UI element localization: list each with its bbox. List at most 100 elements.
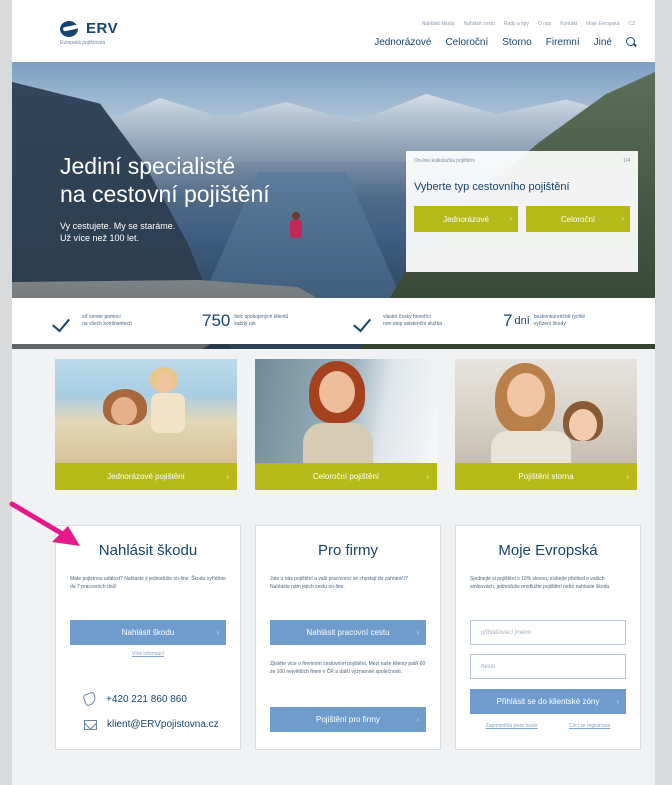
nav-celorocni[interactable]: Celoroční [445,37,488,48]
business-insurance-button[interactable]: Pojištění pro firmy › [270,707,426,732]
mail-icon [84,719,97,730]
more-info-link[interactable]: Více informací [56,651,240,657]
mother-shoulders [491,431,571,463]
stat-claims-text: bezkonkurenčně rychlé vyřízení škody [534,314,585,328]
stat-network-line2: na všech kontinentech [82,321,132,327]
child-body [151,393,185,433]
product-card-jednorazove[interactable]: Jednorázové pojištění › [55,359,237,490]
erv-logo-icon [60,20,82,37]
report-business-trip-button[interactable]: Nahlásit pracovní cestu › [270,620,426,645]
stat-claims-number: 7 [503,311,513,330]
nav-firemni[interactable]: Firemní [546,37,580,48]
woman-face [319,371,355,413]
stat-claims-line1: bezkonkurenčně rychlé [533,314,586,320]
password-field[interactable]: heslo [470,654,626,679]
report-claim-label: Nahlásit škodu [121,628,175,637]
username-field[interactable]: přihlašovací jméno [470,620,626,645]
check-icon [54,314,74,328]
chevron-right-icon: › [216,628,219,637]
chevron-right-icon: › [426,472,429,481]
top-link-nahlasit-cestu[interactable]: Nahlásit cestu [464,21,495,27]
account-title: Moje Evropská [498,542,598,559]
stat-clients: 750 tisíc spokojených klientů každý rok [202,311,288,331]
nav-jine[interactable]: Jiné [594,37,612,48]
child-face [155,373,173,393]
hero-title: Jediní specialisté na cestovní pojištění [60,152,270,208]
product-bar-celorocni[interactable]: Celoroční pojištění › [255,463,437,490]
report-claim-button[interactable]: Nahlásit škodu › [70,620,226,645]
stat-assistance-line2: non-stop asistenční služba [383,321,443,327]
stat-assistance-text: vlastní česky hovořící non-stop asistenč… [383,314,442,328]
business-title: Pro firmy [318,542,378,559]
chevron-right-icon: › [616,697,619,706]
product-bar-jednorazove[interactable]: Jednorázové pojištění › [55,463,237,490]
product-label-jednorazove: Jednorázové pojištění [107,472,185,481]
woman-face [111,397,137,425]
top-link-kontakt[interactable]: Kontakt [560,21,577,27]
email-contact[interactable]: klient@ERVpojistovna.cz [84,719,219,730]
product-bar-storna[interactable]: Pojištění storna › [455,463,637,490]
main-nav: Jednorázové Celoroční Storno Firemní Jin… [374,37,637,48]
calculator-step: 1/4 [623,158,630,164]
claim-panel: Nahlásit škodu Máte pojistnou událost? N… [55,525,241,750]
chevron-right-icon: › [416,628,419,637]
language-switch[interactable]: CZ [628,21,635,27]
claim-title: Nahlásit škodu [98,542,198,559]
product-card-storna[interactable]: Pojištění storna › [455,359,637,490]
stat-claims-line2: vyřízení škody [533,321,566,327]
business-insurance-label: Pojištění pro firmy [315,715,381,724]
site-header: ERV Evropská pojišťovna Nahlásit škodu N… [12,0,655,62]
phone-icon [82,691,98,707]
calc-celorocni-button[interactable]: Celoroční › [526,206,630,232]
stat-claims-unit: dní [514,315,530,327]
stat-network-text: síť center pomoci na všech kontinentech [82,314,132,328]
product-label-celorocni: Celoroční pojištění [312,472,380,481]
top-link-moje-evropska[interactable]: Moje Evropská [586,21,619,27]
child-face [569,409,597,441]
mother-face [507,373,545,417]
logo-subtitle: Evropská pojišťovna [60,40,106,46]
calculator-title: Vyberte typ cestovního pojištění [414,181,570,193]
calculator-header: On-line kalkulačka pojištění 1/4 [414,158,630,164]
chevron-right-icon: › [626,472,629,481]
account-panel: Moje Evropská Sjednejte si pojištění s 1… [455,525,641,750]
top-link-nahlasit-skodu[interactable]: Nahlásit škodu [422,21,455,27]
woman-portrait-image [255,359,437,463]
search-icon[interactable] [626,37,637,48]
hero-title-line2: na cestovní pojištění [60,181,270,207]
mother-child-image [455,359,637,463]
nav-jednorazove[interactable]: Jednorázové [374,37,431,48]
stats-bar: síť center pomoci na všech kontinentech … [12,298,655,344]
calculator-label: On-line kalkulačka pojištění [414,158,475,164]
register-link[interactable]: Chci se registrovat [569,723,610,729]
forgot-password-link[interactable]: Zapomněl/a jsem heslo [486,723,538,729]
business-text-1: Jste u nás pojištění a vaši pracovníci s… [270,576,408,590]
page: ERV Evropská pojišťovna Nahlásit škodu N… [12,0,655,785]
chevron-right-icon: › [621,214,624,223]
stat-assistance: vlastní česky hovořící non-stop asistenč… [355,314,442,328]
stat-network: síť center pomoci na všech kontinentech [54,314,132,328]
calc-jednorazove-button[interactable]: Jednorázové › [414,206,518,232]
email-address: klient@ERVpojistovna.cz [107,719,219,730]
calc-jednorazove-label: Jednorázové [443,214,489,224]
business-panel: Pro firmy Jste u nás pojištění a vaši pr… [255,525,441,750]
hero-sub-line2: Už více než 100 let. [60,233,140,243]
top-link-o-nas[interactable]: O nás [538,21,551,27]
stat-clients-line2: každý rok [234,321,256,327]
nav-storno[interactable]: Storno [502,37,531,48]
beach-family-image [55,359,237,463]
logo-text: ERV [86,20,119,37]
chevron-right-icon: › [509,214,512,223]
chevron-right-icon: › [416,715,419,724]
claim-text: Máte pojistnou událost? Nahlaste ji jedn… [70,576,226,590]
phone-contact[interactable]: +420 221 860 860 [82,691,187,707]
top-link-rady-a-tipy[interactable]: Rady a tipy [504,21,529,27]
client-login-button[interactable]: Přihlásit se do klientské zóny › [470,689,626,714]
calculator-box: On-line kalkulačka pojištění 1/4 Vyberte… [406,151,638,272]
product-card-celorocni[interactable]: Celoroční pojištění › [255,359,437,490]
logo[interactable]: ERV [60,20,118,37]
utility-nav: Nahlásit škodu Nahlásit cestu Rady a tip… [422,21,635,27]
stat-clients-line1: tisíc spokojených klientů [234,314,289,320]
calc-celorocni-label: Celoroční [560,214,596,224]
hero-person [290,212,302,242]
